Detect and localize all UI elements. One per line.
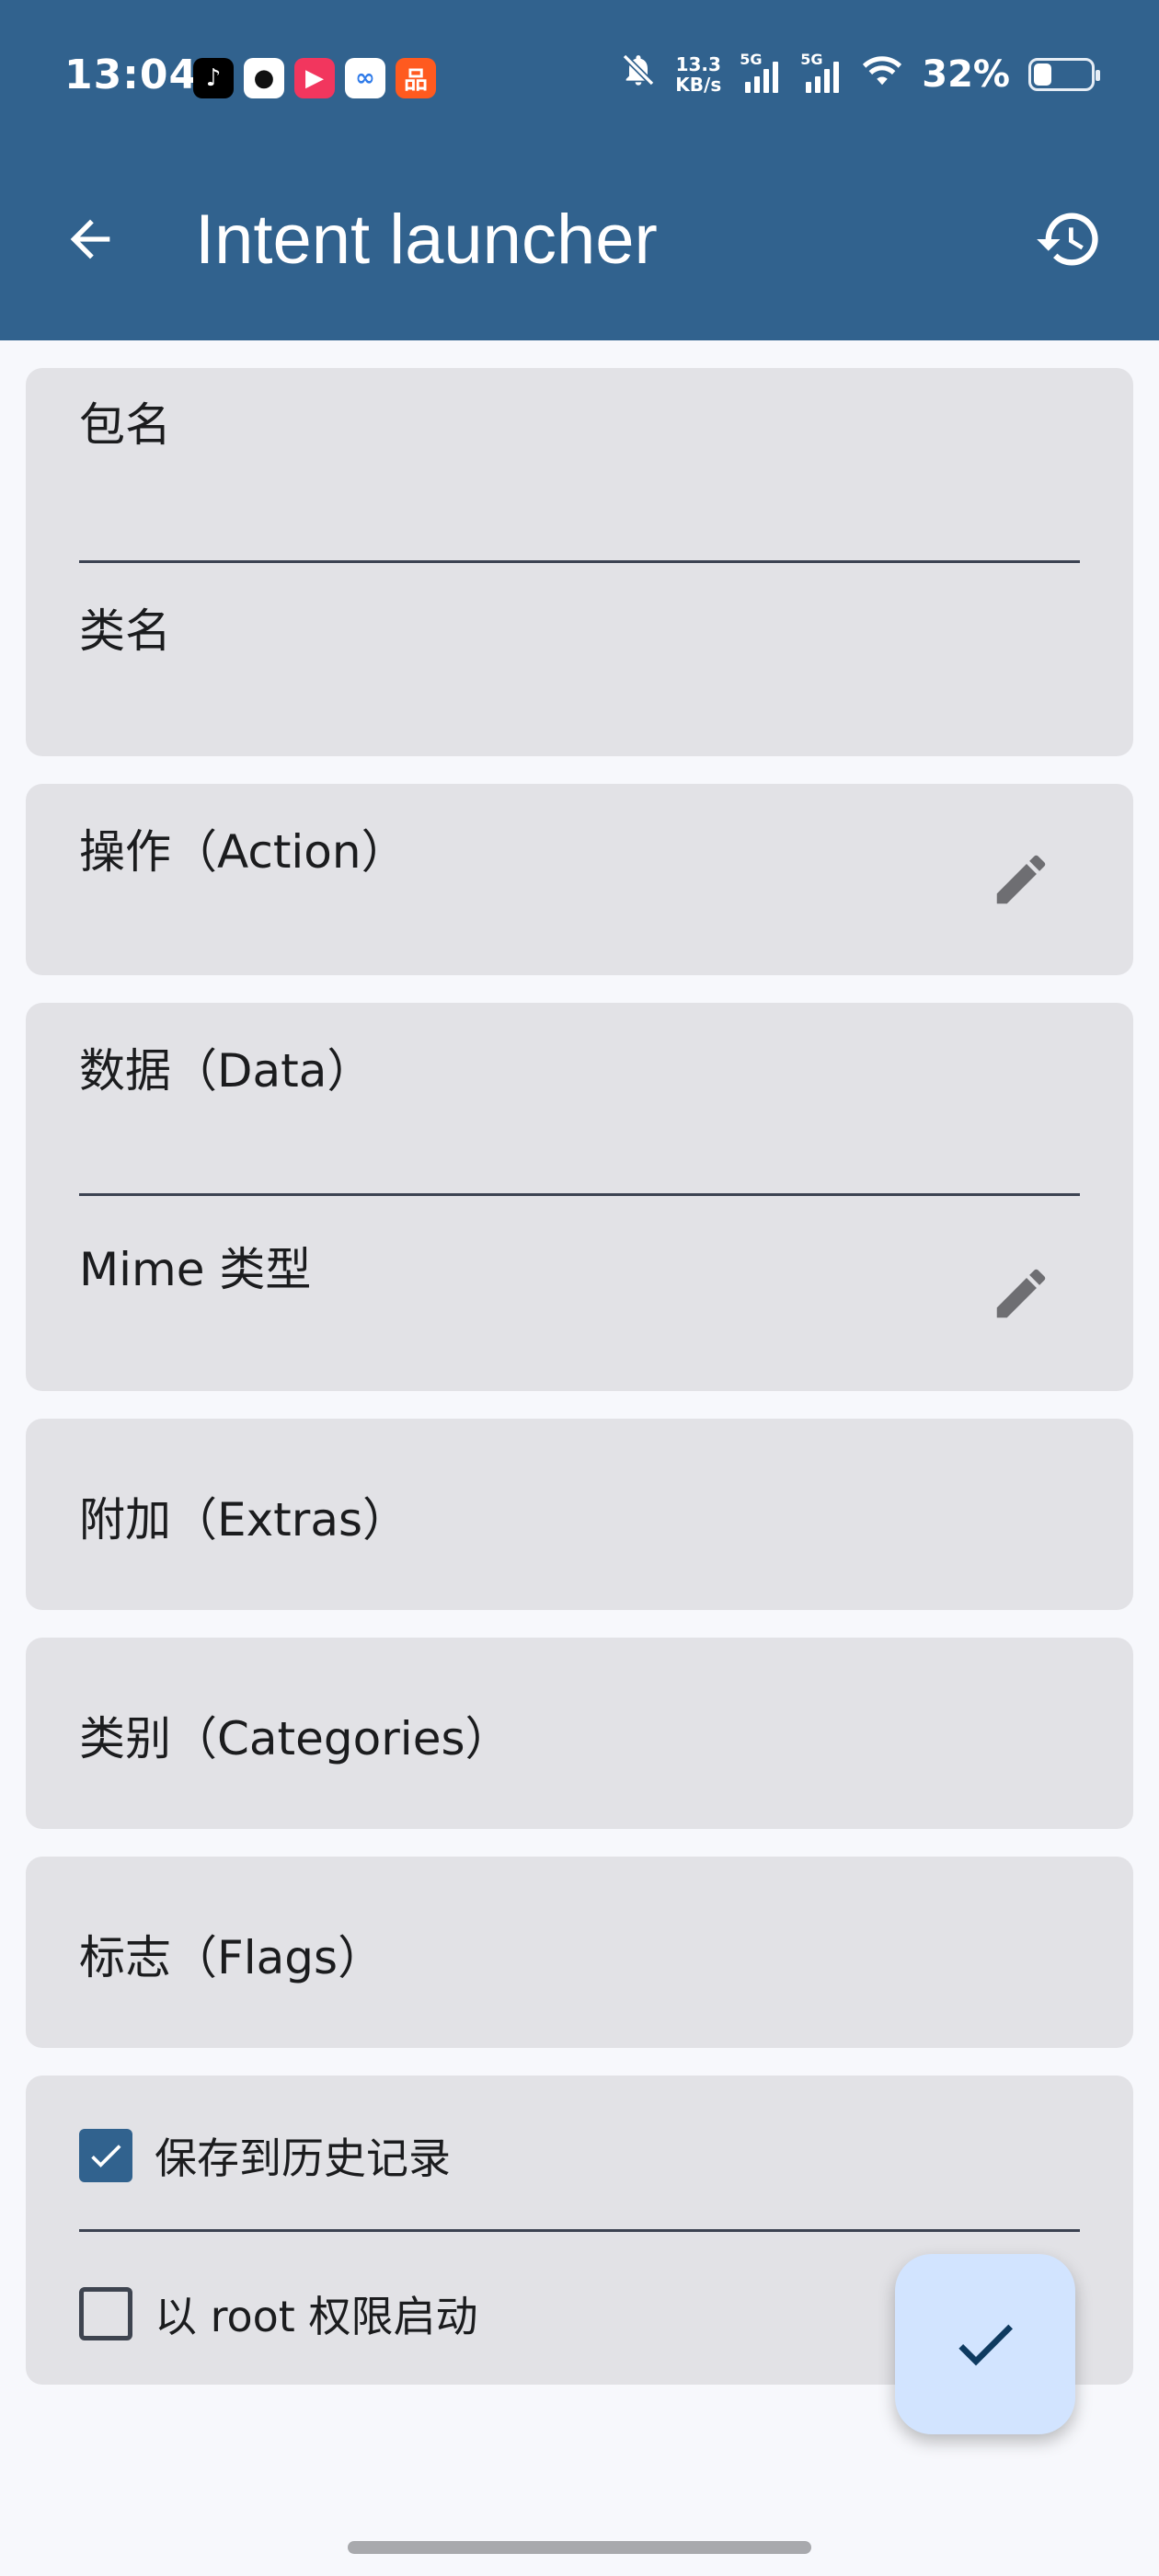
root-launch-row[interactable]: 以 root 权限启动 xyxy=(79,2283,477,2344)
extras-label: 附加（Extras） xyxy=(79,1493,409,1547)
save-history-label: 保存到历史记录 xyxy=(155,2133,451,2183)
toolbar: Intent launcher xyxy=(0,175,1159,304)
class-name-label: 类名 xyxy=(79,604,171,658)
battery-icon xyxy=(1028,58,1100,91)
cloud-app-icon: ∞ xyxy=(345,58,385,98)
tiktok-icon: ♪ xyxy=(193,58,234,98)
status-indicators: 13.3 KB/s 5G 5G 32% xyxy=(620,51,1100,98)
app-bar: 13:04 ♪ ● ▶ ∞ 品 13.3 KB/s 5G 5G 32% Inte… xyxy=(0,0,1159,340)
signal-type-label: 5G xyxy=(800,51,823,68)
extras-row: 附加（Extras） xyxy=(79,1483,1080,1549)
signal-strength-icon: 5G xyxy=(800,51,843,93)
package-name-underline xyxy=(79,560,1080,563)
qq-icon: ● xyxy=(244,58,284,98)
flags-label: 标志（Flags） xyxy=(79,1931,384,1984)
net-speed-value: 13.3 xyxy=(675,53,721,75)
shop-app-icon: 品 xyxy=(396,58,436,98)
flags-card[interactable]: 标志（Flags） xyxy=(26,1857,1133,2048)
component-card: 包名 类名 xyxy=(26,368,1133,756)
data-field[interactable]: 数据（Data） xyxy=(79,1034,1080,1190)
page-title: Intent launcher xyxy=(195,201,658,279)
signal-type-label: 5G xyxy=(740,51,763,68)
save-history-row[interactable]: 保存到历史记录 xyxy=(79,2125,451,2186)
history-icon xyxy=(1037,213,1098,266)
history-button[interactable] xyxy=(1025,202,1113,276)
root-launch-label: 以 root 权限启动 xyxy=(155,2292,478,2341)
mute-bell-icon xyxy=(620,52,657,98)
extras-card[interactable]: 附加（Extras） xyxy=(26,1419,1133,1610)
back-button[interactable] xyxy=(46,202,134,276)
package-name-field[interactable]: 包名 xyxy=(79,388,1080,554)
edit-icon xyxy=(996,855,1046,904)
battery-percent: 32% xyxy=(922,53,1010,96)
class-name-field[interactable]: 类名 xyxy=(79,594,1080,742)
net-speed: 13.3 KB/s xyxy=(675,54,721,95)
video-app-icon: ▶ xyxy=(294,58,335,98)
status-time: 13:04 xyxy=(64,52,199,98)
mime-type-label: Mime 类型 xyxy=(79,1243,312,1296)
edit-icon xyxy=(996,1269,1046,1318)
check-icon xyxy=(91,2145,121,2168)
arrow-back-icon xyxy=(70,219,110,259)
flags-row: 标志（Flags） xyxy=(79,1921,1080,1987)
mime-type-edit-button[interactable] xyxy=(982,1255,1060,1332)
root-launch-checkbox[interactable] xyxy=(79,2287,132,2340)
check-icon xyxy=(958,2324,1013,2366)
data-label: 数据（Data） xyxy=(79,1044,373,1098)
status-bar: 13:04 ♪ ● ▶ ∞ 品 13.3 KB/s 5G 5G 32% xyxy=(0,0,1159,156)
save-history-checkbox[interactable] xyxy=(79,2129,132,2182)
wifi-icon xyxy=(861,52,903,98)
package-name-label: 包名 xyxy=(79,398,171,452)
categories-label: 类别（Categories） xyxy=(79,1712,511,1765)
net-speed-unit: KB/s xyxy=(675,74,722,96)
data-card: 数据（Data） Mime 类型 xyxy=(26,1003,1133,1391)
action-label: 操作（Action） xyxy=(79,825,407,879)
notification-app-icons: ♪ ● ▶ ∞ 品 xyxy=(193,58,436,98)
options-divider xyxy=(79,2229,1080,2232)
launch-fab[interactable] xyxy=(895,2254,1075,2434)
action-edit-button[interactable] xyxy=(982,841,1060,918)
action-field[interactable]: 操作（Action） xyxy=(79,815,968,953)
action-card: 操作（Action） xyxy=(26,784,1133,975)
home-indicator[interactable] xyxy=(348,2541,811,2554)
signal-strength-icon: 5G xyxy=(740,51,782,93)
mime-type-field[interactable]: Mime 类型 xyxy=(79,1233,968,1371)
categories-row: 类别（Categories） xyxy=(79,1702,1080,1768)
data-underline xyxy=(79,1193,1080,1196)
categories-card[interactable]: 类别（Categories） xyxy=(26,1638,1133,1829)
